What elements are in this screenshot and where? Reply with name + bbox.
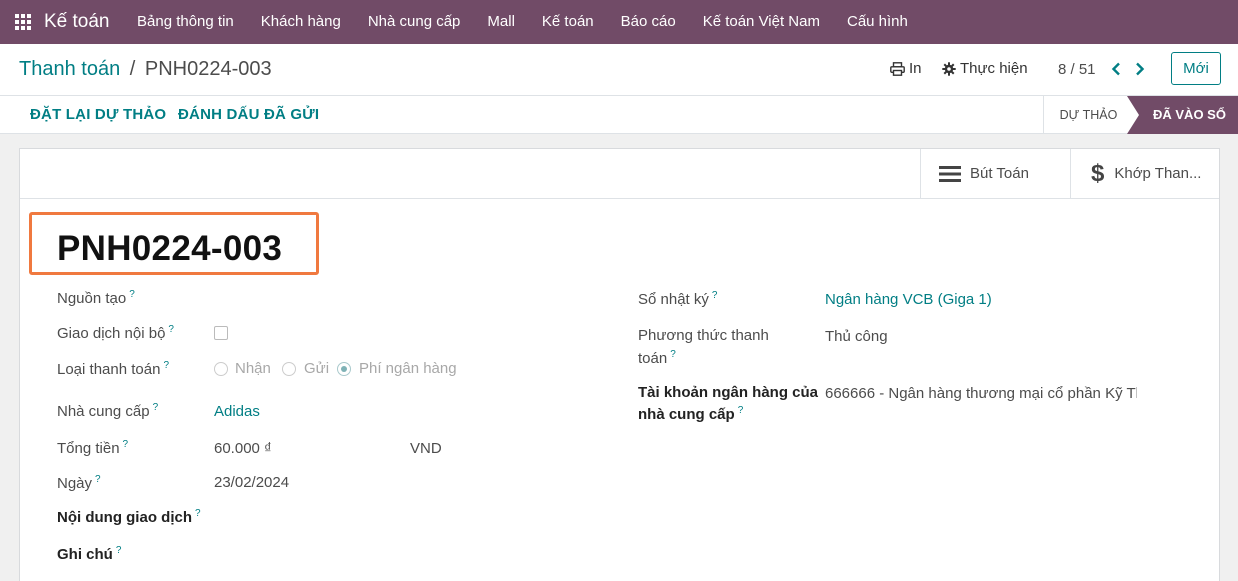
memo-label: Nội dung giao dịch? [57,508,201,526]
internal-transfer-label: Giao dịch nội bộ? [57,324,174,342]
vendor-bank-label-line2: nhà cung cấp? [638,405,744,423]
nav-item-configuration[interactable]: Cấu hình [833,0,921,44]
pager-next-button[interactable] [1130,58,1150,80]
payment-type-radio-receive[interactable] [214,362,228,376]
chevron-right-icon [1136,62,1145,76]
reconcile-smart-button[interactable]: $ Khớp Than... [1070,149,1219,198]
stage-posted-label: ĐÃ VÀO SỔ [1153,107,1226,122]
gear-icon [942,61,956,76]
vendor-bank-label-line1: Tài khoản ngân hàng của [638,384,819,401]
form-sheet: Bút Toán $ Khớp Than... PNH0224-003 Nguồ… [19,148,1220,581]
payment-method-label-line2: toán? [638,349,676,367]
currency-value[interactable]: VND [410,440,442,457]
apps-menu-icon[interactable] [15,14,31,30]
payment-type-receive-label[interactable]: Nhận [235,360,271,377]
internal-transfer-checkbox[interactable] [214,326,228,340]
dollar-icon: $ [1091,159,1105,187]
amount-label: Tổng tiền? [57,439,129,457]
nav-item-dashboard[interactable]: Bảng thông tin [124,0,248,44]
breadcrumb-current: PNH0224-003 [144,58,272,80]
payment-type-radio-bank-fee[interactable] [337,362,351,376]
nav-item-vn-accounting[interactable]: Kế toán Việt Nam [689,0,833,44]
amount-value[interactable]: 60.000 ₫ [214,440,272,457]
stage-draft[interactable]: DỰ THẢO [1043,96,1133,134]
payment-type-radio-send[interactable] [282,362,296,376]
nav-item-reports[interactable]: Báo cáo [607,0,689,44]
nav-item-customers[interactable]: Khách hàng [247,0,354,44]
status-bar: ĐẶT LẠI DỰ THẢO ĐÁNH DẤU ĐÃ GỬI DỰ THẢO … [0,96,1238,134]
top-navbar: Kế toán Bảng thông tin Khách hàng Nhà cu… [0,0,1238,44]
new-button[interactable]: Mới [1171,52,1221,85]
payment-type-label: Loại thanh toán? [57,360,169,378]
list-icon [939,165,961,182]
pager-previous-button[interactable] [1106,58,1126,80]
chevron-left-icon [1111,62,1120,76]
action-button[interactable]: Thực hiện [942,60,1028,77]
journal-label: Sổ nhật ký? [638,290,718,308]
breadcrumb-parent[interactable]: Thanh toán [19,58,120,80]
nav-item-vendors[interactable]: Nhà cung cấp [354,0,474,44]
vendor-value[interactable]: Adidas [214,403,260,420]
journal-entry-smart-button[interactable]: Bút Toán [920,149,1070,198]
stage-posted[interactable]: ĐÃ VÀO SỔ [1127,96,1238,134]
print-button[interactable]: In [890,60,922,77]
payment-method-value[interactable]: Thủ công [825,328,888,345]
nav-item-accounting[interactable]: Kế toán [528,0,607,44]
date-value[interactable]: 23/02/2024 [214,474,289,491]
vendor-label: Nhà cung cấp? [57,402,159,420]
journal-value[interactable]: Ngân hàng VCB (Giga 1) [825,291,992,308]
reset-to-draft-button[interactable]: ĐẶT LẠI DỰ THẢO [30,106,166,123]
print-label: In [909,60,922,77]
app-brand[interactable]: Kế toán [44,11,110,33]
mark-as-sent-button[interactable]: ĐÁNH DẤU ĐÃ GỬI [178,106,319,123]
control-panel: Thanh toán / PNH0224-003 In Thực hiện 8 … [0,44,1238,96]
note-label: Ghi chú? [57,545,122,563]
payment-method-label-line1: Phương thức thanh [638,327,769,344]
record-title: PNH0224-003 [57,229,283,268]
journal-entry-label: Bút Toán [970,165,1029,182]
payment-type-bank-fee-label[interactable]: Phí ngân hàng [359,360,457,377]
action-label: Thực hiện [960,60,1028,77]
reconcile-label: Khớp Than... [1114,165,1202,182]
date-label: Ngày? [57,474,101,492]
source-label: Nguồn tạo? [57,289,135,307]
payment-type-send-label[interactable]: Gửi [304,360,329,377]
printer-icon [890,61,905,76]
breadcrumb: Thanh toán / PNH0224-003 [19,58,272,81]
nav-item-mall[interactable]: Mall [474,0,529,44]
pager-value[interactable]: 8 / 51 [1058,61,1096,78]
smart-button-box: Bút Toán $ Khớp Than... [20,149,1219,199]
breadcrumb-separator: / [129,58,136,80]
vendor-bank-value[interactable]: 666666 - Ngân hàng thương mại cổ phần Kỹ… [825,385,1137,402]
